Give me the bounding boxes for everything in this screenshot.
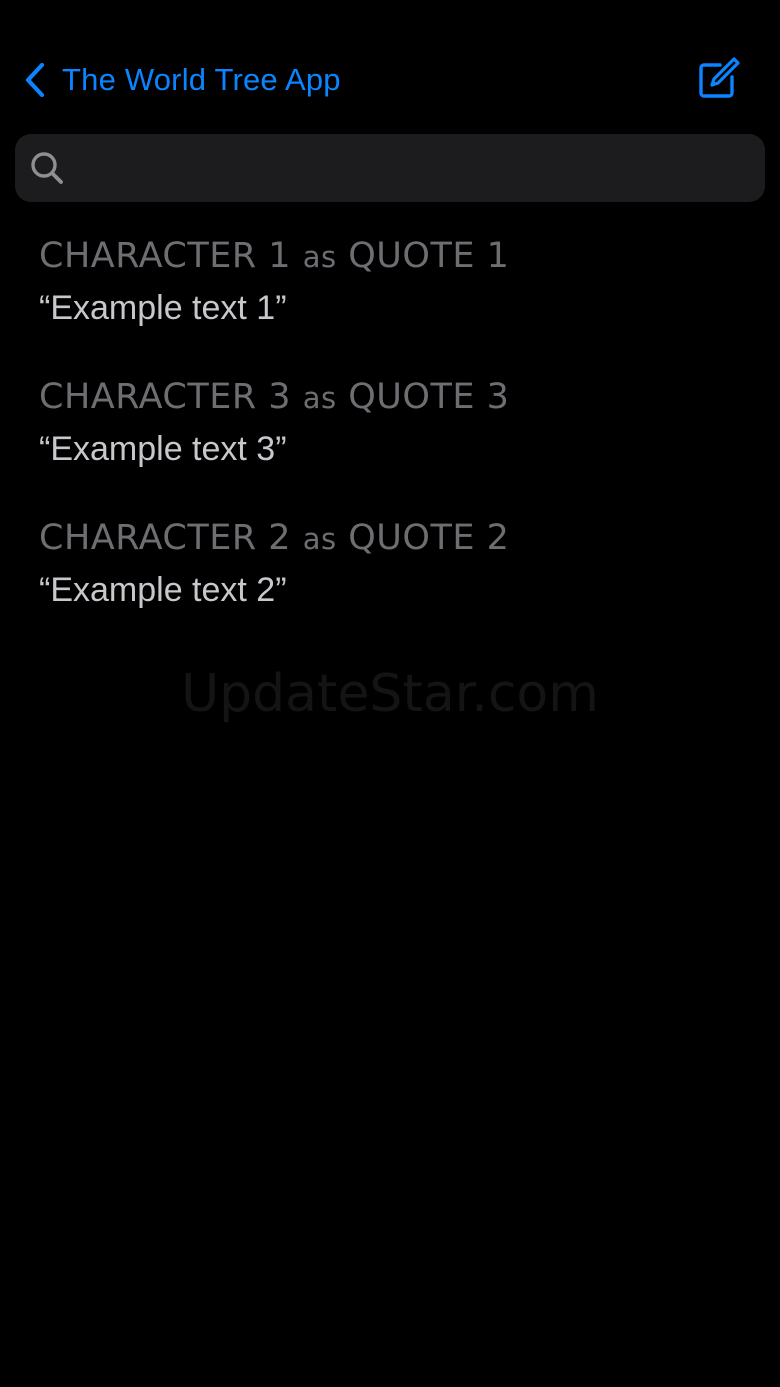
item-quote-label: QUOTE 1 <box>348 236 510 276</box>
compose-icon <box>699 57 740 98</box>
item-text: “Example text 3” <box>39 430 287 468</box>
search-icon <box>31 152 63 184</box>
search-bar[interactable] <box>15 134 765 204</box>
quote-list: CHARACTER 1 as QUOTE 1 “Example text 1” … <box>39 232 739 655</box>
navigation-bar: The World Tree App <box>0 50 780 110</box>
item-text: “Example text 2” <box>39 571 287 609</box>
item-quote-label: QUOTE 2 <box>348 518 510 558</box>
item-connector: as <box>302 381 337 415</box>
item-title: CHARACTER 1 as QUOTE 1 <box>39 232 739 281</box>
item-connector: as <box>302 522 337 556</box>
watermark: UpdateStar.com <box>181 664 599 724</box>
item-character: CHARACTER 2 <box>39 518 292 558</box>
back-button[interactable]: The World Tree App <box>22 58 341 102</box>
item-title: CHARACTER 2 as QUOTE 2 <box>39 514 739 563</box>
list-item[interactable]: CHARACTER 2 as QUOTE 2 “Example text 2” <box>39 514 739 655</box>
item-connector: as <box>302 240 337 274</box>
compose-button[interactable] <box>696 56 742 102</box>
item-text: “Example text 1” <box>39 289 287 327</box>
search-input[interactable] <box>77 134 751 204</box>
chevron-left-icon <box>25 62 45 98</box>
item-quote-label: QUOTE 3 <box>348 377 510 417</box>
back-button-label: The World Tree App <box>62 62 341 97</box>
item-character: CHARACTER 3 <box>39 377 292 417</box>
item-character: CHARACTER 1 <box>39 236 292 276</box>
list-item[interactable]: CHARACTER 3 as QUOTE 3 “Example text 3” <box>39 373 739 514</box>
item-title: CHARACTER 3 as QUOTE 3 <box>39 373 739 422</box>
list-item[interactable]: CHARACTER 1 as QUOTE 1 “Example text 1” <box>39 232 739 373</box>
